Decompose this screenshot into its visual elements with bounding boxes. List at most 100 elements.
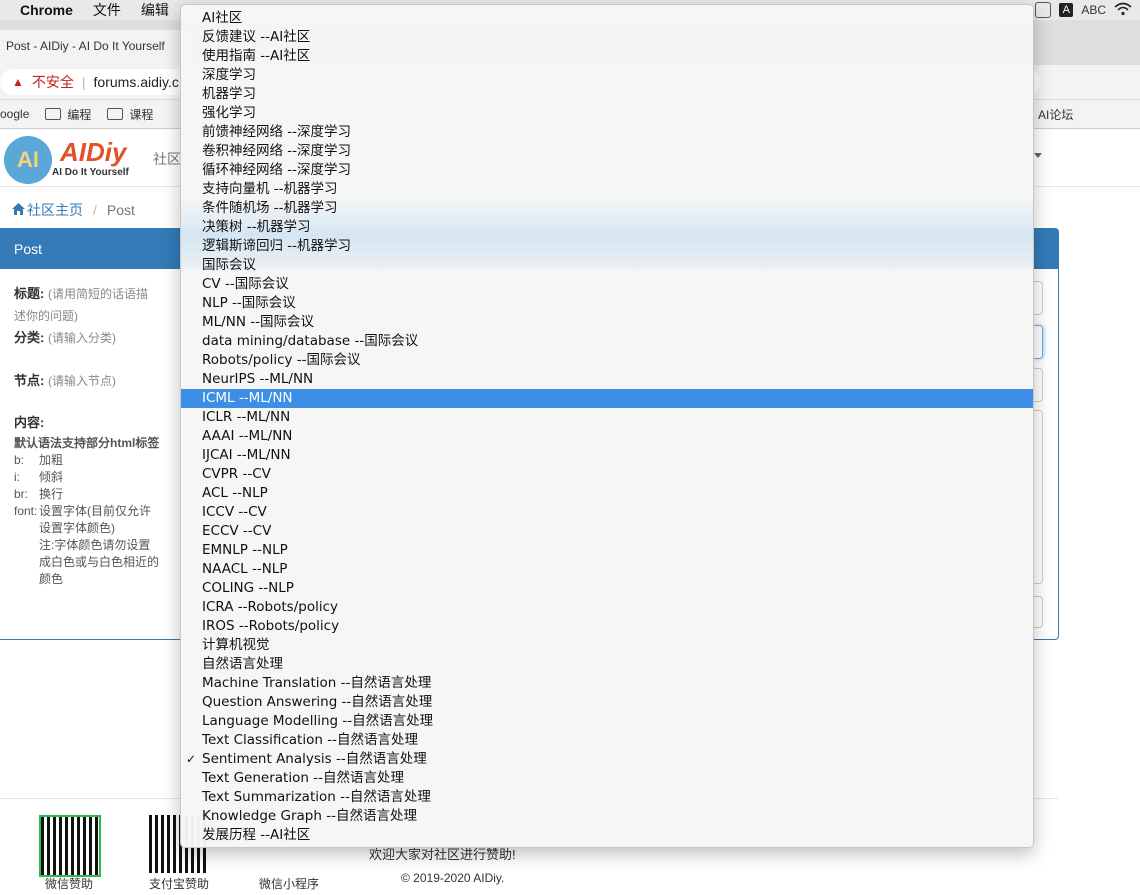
dropdown-option-label: AAAI --ML/NN [202, 428, 293, 444]
dropdown-option-label: Sentiment Analysis --自然语言处理 [202, 751, 427, 767]
breadcrumb-home[interactable]: 社区主页 [27, 200, 83, 220]
dropdown-option[interactable]: 机器学习 [181, 85, 1033, 104]
qr-label-wechat: 微信赞助 [45, 877, 94, 891]
dropdown-option[interactable]: 反馈建议 --AI社区 [181, 28, 1033, 47]
dropdown-option[interactable]: ACL --NLP [181, 484, 1033, 503]
dropdown-option[interactable]: 强化学习 [181, 104, 1033, 123]
insecure-label[interactable]: 不安全 [32, 72, 74, 92]
dropdown-option-label: CV --国际会议 [202, 276, 289, 292]
dropdown-option[interactable]: AAAI --ML/NN [181, 427, 1033, 446]
dropdown-option[interactable]: Machine Translation --自然语言处理 [181, 674, 1033, 693]
menu-edit[interactable]: 编辑 [141, 0, 169, 20]
dropdown-option-label: ACL --NLP [202, 485, 268, 501]
dropdown-option[interactable]: ICRA --Robots/policy [181, 598, 1033, 617]
dropdown-option[interactable]: 逻辑斯谛回归 --机器学习 [181, 237, 1033, 256]
dropdown-option[interactable]: NLP --国际会议 [181, 294, 1033, 313]
dropdown-option[interactable]: Text Summarization --自然语言处理 [181, 788, 1033, 807]
dropdown-option[interactable]: Robots/policy --国际会议 [181, 351, 1033, 370]
dropdown-option[interactable]: Language Modelling --自然语言处理 [181, 712, 1033, 731]
dropdown-option[interactable]: 使用指南 --AI社区 [181, 47, 1033, 66]
syntax-help: 默认语法支持部分html标签 b: 加粗 i: 倾斜 br: 换行 font: 设置字体… [14, 435, 159, 588]
dropdown-option-label: Machine Translation --自然语言处理 [202, 675, 432, 691]
bookmark-ai-forum[interactable]: AI论坛 [1038, 106, 1073, 123]
dropdown-option[interactable]: 卷积神经网络 --深度学习 [181, 142, 1033, 161]
site-logo-subtitle: AI Do It Yourself [52, 167, 129, 178]
node-input[interactable] [1034, 368, 1043, 402]
input-method-icon[interactable]: A [1059, 3, 1074, 17]
dropdown-option-label: Robots/policy --国际会议 [202, 352, 361, 368]
dropdown-option-label: Text Classification --自然语言处理 [202, 732, 418, 748]
bookmark-folder-courses-label: 课程 [129, 107, 154, 122]
title-label: 标题: [14, 286, 45, 301]
dropdown-option[interactable]: 支持向量机 --机器学习 [181, 180, 1033, 199]
chevron-down-icon[interactable] [1034, 153, 1042, 158]
category-select[interactable] [1034, 325, 1043, 359]
dropdown-option-label: IROS --Robots/policy [202, 618, 340, 634]
dropdown-option[interactable]: NeurIPS --ML/NN [181, 370, 1033, 389]
dropdown-option[interactable]: 循环神经网络 --深度学习 [181, 161, 1033, 180]
dropdown-option[interactable]: 自然语言处理 [181, 655, 1033, 674]
dropdown-option[interactable]: CVPR --CV [181, 465, 1033, 484]
dropdown-option[interactable]: data mining/database --国际会议 [181, 332, 1033, 351]
dropdown-option-label: ICRA --Robots/policy [202, 599, 338, 615]
input-source-label[interactable]: ABC [1081, 3, 1106, 17]
dropdown-option[interactable]: NAACL --NLP [181, 560, 1033, 579]
dropdown-option[interactable]: AI社区 [181, 9, 1033, 28]
help-key: br: [14, 487, 29, 501]
folder-icon [45, 108, 62, 120]
dropdown-option[interactable]: CV --国际会议 [181, 275, 1033, 294]
dropdown-option-label: 条件随机场 --机器学习 [202, 200, 338, 216]
site-logo-text[interactable]: AIDiy [60, 137, 126, 168]
dropdown-option[interactable]: Text Classification --自然语言处理 [181, 731, 1033, 750]
wifi-icon[interactable] [1114, 2, 1132, 19]
dropdown-option-label: NAACL --NLP [202, 561, 288, 577]
dropdown-option[interactable]: 决策树 --机器学习 [181, 218, 1033, 237]
dropdown-option[interactable]: COLING --NLP [181, 579, 1033, 598]
home-icon[interactable] [12, 202, 25, 218]
dropdown-option-label: 发展历程 --AI社区 [202, 827, 311, 843]
category-label: 分类: [14, 330, 45, 345]
help-value: 设置字体(目前仅允许 [39, 504, 151, 518]
menubar-status-area: A ABC [1035, 0, 1132, 20]
dropdown-option[interactable]: 深度学习 [181, 66, 1033, 85]
dropdown-option[interactable]: ✓ Sentiment Analysis --自然语言处理 [181, 750, 1033, 769]
help-key: font: [14, 504, 38, 518]
url-text[interactable]: forums.aidiy.c [94, 74, 179, 90]
dropdown-option[interactable]: ECCV --CV [181, 522, 1033, 541]
shield-icon[interactable] [1035, 2, 1052, 18]
dropdown-option[interactable]: ICCV --CV [181, 503, 1033, 522]
dropdown-option[interactable]: Question Answering --自然语言处理 [181, 693, 1033, 712]
dropdown-option[interactable]: 前馈神经网络 --深度学习 [181, 123, 1033, 142]
dropdown-option[interactable]: EMNLP --NLP [181, 541, 1033, 560]
menu-file[interactable]: 文件 [93, 0, 121, 20]
bookmark-google[interactable]: oogle [0, 107, 29, 121]
dropdown-option-label: 卷积神经网络 --深度学习 [202, 143, 352, 159]
title-hint: (请用简短的话语描 [47, 287, 148, 301]
title-input[interactable] [1034, 281, 1043, 315]
browser-tab-active[interactable]: Post - AIDiy - AI Do It Yourself [0, 30, 190, 65]
dropdown-option[interactable]: 发展历程 --AI社区 [181, 826, 1033, 845]
site-logo-icon[interactable]: AI [4, 136, 52, 184]
nav-community[interactable]: 社区 [153, 149, 181, 169]
submit-select[interactable] [1034, 596, 1043, 628]
dropdown-option-label: 强化学习 [202, 105, 256, 121]
dropdown-option[interactable]: Knowledge Graph --自然语言处理 [181, 807, 1033, 826]
dropdown-option[interactable]: Text Generation --自然语言处理 [181, 769, 1033, 788]
dropdown-option-label: 国际会议 [202, 257, 256, 273]
dropdown-option-label: data mining/database --国际会议 [202, 333, 419, 349]
bookmark-folder-courses[interactable]: 课程 [107, 106, 153, 123]
help-row: b: 加粗 [14, 452, 159, 469]
dropdown-option-label: ICML --ML/NN [202, 390, 293, 406]
dropdown-option[interactable]: 计算机视觉 [181, 636, 1033, 655]
dropdown-option[interactable]: ICML --ML/NN [181, 389, 1033, 408]
dropdown-option[interactable]: IROS --Robots/policy [181, 617, 1033, 636]
menu-app-name[interactable]: Chrome [20, 2, 73, 18]
dropdown-option[interactable]: IJCAI --ML/NN [181, 446, 1033, 465]
dropdown-option[interactable]: 条件随机场 --机器学习 [181, 199, 1033, 218]
content-textarea[interactable] [1034, 410, 1043, 584]
dropdown-option[interactable]: ICLR --ML/NN [181, 408, 1033, 427]
bookmark-folder-coding[interactable]: 编程 [45, 106, 91, 123]
dropdown-option-label: 支持向量机 --机器学习 [202, 181, 338, 197]
dropdown-option[interactable]: ML/NN --国际会议 [181, 313, 1033, 332]
dropdown-option[interactable]: 国际会议 [181, 256, 1033, 275]
